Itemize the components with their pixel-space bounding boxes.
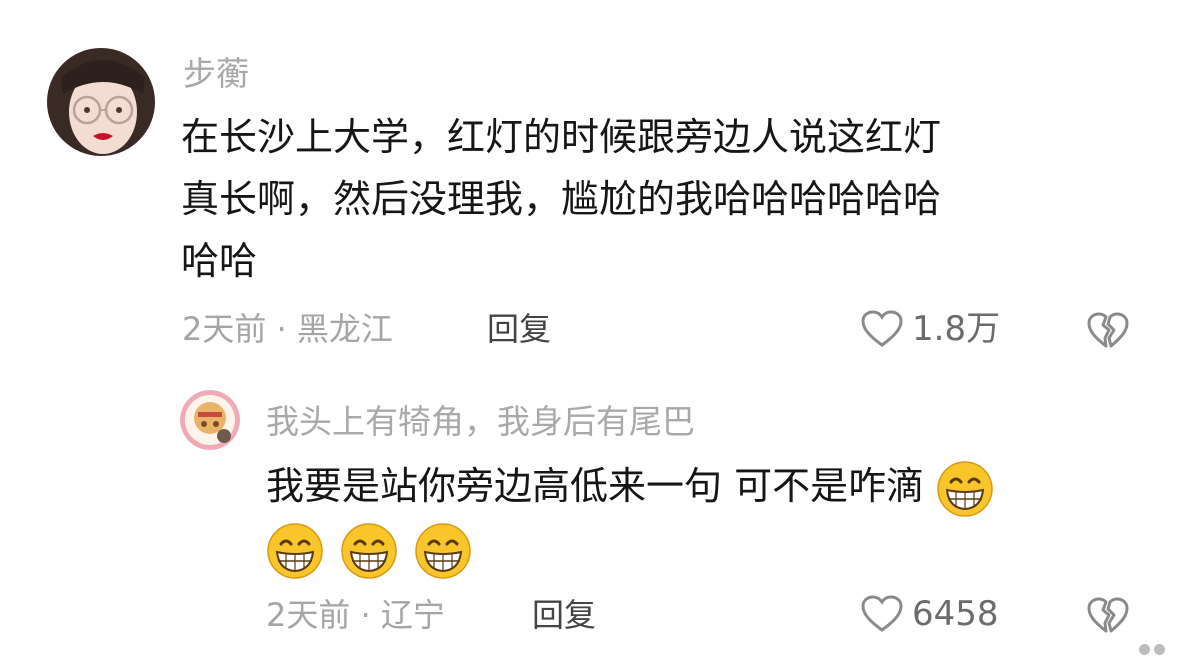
comment-text: 我要是站你旁边高低来一句 可不是咋滴	[266, 455, 998, 580]
like-button[interactable]: 6458	[860, 594, 999, 634]
watermark	[1139, 644, 1165, 655]
comment-line: 在长沙上大学，红灯的时候跟旁边人说这红灯	[181, 115, 942, 159]
broken-heart-icon	[1087, 312, 1129, 348]
comment-line: 我要是站你旁边高低来一句 可不是咋滴	[266, 464, 925, 508]
avatar[interactable]	[180, 390, 240, 450]
comment-meta: 2天前 · 黑龙江	[182, 310, 393, 348]
grinning-face-icon	[340, 522, 398, 580]
author-name[interactable]: 我头上有犄角，我身后有尾巴	[266, 405, 695, 438]
comment-line: 真长啊，然后没理我，尴尬的我哈哈哈哈哈哈	[181, 177, 942, 221]
comment-text: 在长沙上大学，红灯的时候跟旁边人说这红灯 真长啊，然后没理我，尴尬的我哈哈哈哈哈…	[181, 106, 941, 292]
avatar[interactable]	[47, 48, 155, 156]
dislike-button[interactable]	[1086, 311, 1130, 355]
reply-button[interactable]: 回复	[487, 313, 551, 345]
like-count: 1.8万	[912, 309, 1001, 349]
dislike-button[interactable]	[1086, 596, 1130, 640]
heart-outline-icon	[861, 310, 903, 347]
watermark-dot	[1139, 644, 1150, 655]
comment-meta: 2天前 · 辽宁	[266, 596, 445, 634]
comment-1: 步蘅 在长沙上大学，红灯的时候跟旁边人说这红灯 真长啊，然后没理我，尴尬的我哈哈…	[0, 0, 1179, 380]
comment-2: 我头上有犄角，我身后有尾巴 我要是站你旁边高低来一句 可不是咋滴 2天前 · 辽…	[0, 380, 1179, 661]
like-count: 6458	[912, 594, 999, 634]
comment-line: 哈哈	[181, 239, 258, 283]
grinning-face-icon	[414, 522, 472, 580]
heart-outline-icon	[861, 595, 903, 632]
grinning-face-icon	[266, 522, 324, 580]
watermark-dot	[1154, 644, 1165, 655]
author-name[interactable]: 步蘅	[183, 57, 249, 90]
broken-heart-icon	[1087, 597, 1129, 633]
reply-button[interactable]: 回复	[532, 599, 596, 631]
like-button[interactable]: 1.8万	[860, 309, 1000, 349]
grinning-face-icon	[936, 460, 994, 518]
